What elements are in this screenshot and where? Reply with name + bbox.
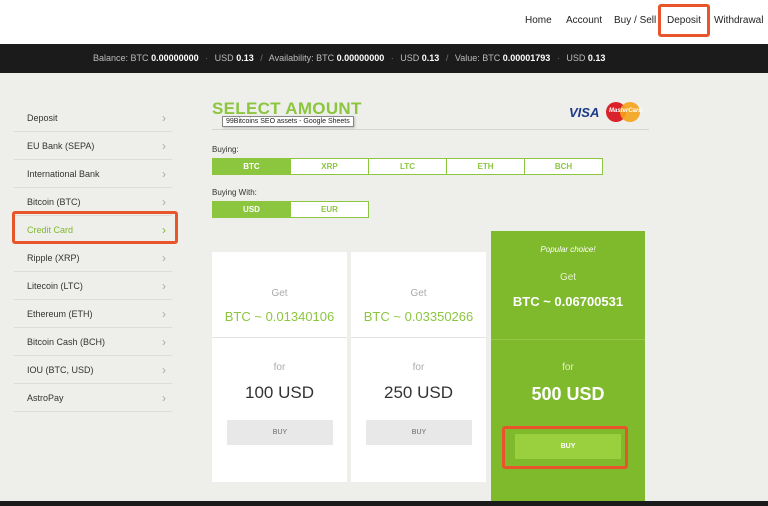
sidebar-item-label: AstroPay [27, 392, 64, 403]
mastercard-logo: MasterCard [606, 102, 643, 122]
balance-usd-prefix: USD [214, 53, 234, 63]
balance-usd: 0.13 [236, 53, 254, 63]
buying-label: Buying: [212, 145, 239, 154]
availability-usd-prefix: USD [400, 53, 420, 63]
buying-with-option-eur[interactable]: EUR [290, 201, 369, 218]
get-label: Get [410, 288, 427, 299]
chevron-right-icon: › [162, 390, 166, 405]
usd-price: 500 USD [531, 384, 605, 404]
popular-choice-label: Popular choice! [540, 245, 596, 254]
balance-bar: Balance: BTC 0.00000000 · USD 0.13 / Ava… [0, 44, 768, 73]
balance-label: Balance: [93, 53, 129, 63]
chevron-right-icon: › [162, 362, 166, 377]
chevron-right-icon: › [162, 166, 166, 181]
sidebar-item-label: Ethereum (ETH) [27, 308, 93, 319]
sidebar-item-astropay[interactable]: AstroPay › [14, 384, 172, 412]
sidebar-item-label: Deposit [27, 112, 58, 123]
value-usd: 0.13 [587, 53, 606, 63]
bottom-bar [0, 501, 768, 506]
sidebar-item-ethereum[interactable]: Ethereum (ETH) › [14, 300, 172, 328]
chevron-right-icon: › [162, 222, 166, 237]
buying-selector: BTC XRP LTC ETH BCH [212, 158, 603, 175]
chevron-right-icon: › [162, 278, 166, 293]
sidebar-item-credit-card[interactable]: Credit Card › [14, 216, 172, 244]
sidebar-item-iou[interactable]: IOU (BTC, USD) › [14, 356, 172, 384]
sidebar-item-label: Bitcoin (BTC) [27, 196, 81, 207]
nav-account[interactable]: Account [566, 15, 602, 26]
usd-price: 250 USD [384, 383, 453, 402]
offer-card-250: Get BTC ~ 0.03350266 for 250 USD BUY [351, 252, 486, 482]
offer-card-100: Get BTC ~ 0.01340106 for 100 USD BUY [212, 252, 347, 482]
title-divider [212, 129, 649, 130]
balance-btc: 0.00000000 [151, 53, 199, 63]
sidebar-item-deposit[interactable]: Deposit › [14, 104, 172, 132]
for-label: for [412, 362, 425, 373]
sidebar-item-label: Litecoin (LTC) [27, 280, 83, 291]
buying-option-btc[interactable]: BTC [212, 158, 291, 175]
sidebar-item-label: International Bank [27, 168, 100, 179]
buying-option-xrp[interactable]: XRP [290, 158, 369, 175]
nav-deposit[interactable]: Deposit [667, 15, 701, 26]
for-label: for [562, 362, 574, 373]
visa-logo: VISA [569, 105, 600, 120]
chevron-right-icon: › [162, 138, 166, 153]
chevron-right-icon: › [162, 194, 166, 209]
buying-option-ltc[interactable]: LTC [368, 158, 447, 175]
value-btc: 0.00001793 [502, 53, 551, 63]
nav-withdrawal[interactable]: Withdrawal [714, 15, 763, 26]
chevron-right-icon: › [162, 306, 166, 321]
sidebar-item-bitcoin[interactable]: Bitcoin (BTC) › [14, 188, 172, 216]
availability-label: Availability: [268, 53, 314, 63]
chevron-right-icon: › [162, 250, 166, 265]
buy-button[interactable]: BUY [515, 434, 621, 459]
btc-amount: BTC ~ 0.01340106 [224, 309, 335, 324]
sidebar-item-label: Credit Card [27, 224, 74, 235]
sidebar-item-label: EU Bank (SEPA) [27, 140, 95, 151]
nav-buy-sell[interactable]: Buy / Sell [614, 15, 656, 26]
usd-price: 100 USD [245, 383, 314, 402]
offer-card-500: Popular choice! Get BTC ~ 0.06700531 for… [491, 231, 645, 501]
btc-amount: BTC ~ 0.03350266 [363, 309, 474, 324]
sidebar-item-label: Bitcoin Cash (BCH) [27, 336, 106, 347]
sidebar-item-label: Ripple (XRP) [27, 252, 80, 263]
browser-tooltip: 99Bitcoins SEO assets - Google Sheets [222, 116, 354, 127]
value-btc-prefix: BTC [482, 53, 501, 63]
buy-button[interactable]: BUY [227, 420, 333, 445]
availability-btc: 0.00000000 [336, 53, 385, 63]
chevron-right-icon: › [162, 334, 166, 349]
top-nav: Home Account Buy / Sell Deposit Withdraw… [0, 0, 768, 44]
sidebar: Deposit › EU Bank (SEPA) › International B… [14, 104, 172, 412]
balance-btc-prefix: BTC [130, 53, 149, 63]
availability-btc-prefix: BTC [316, 53, 335, 63]
buying-option-bch[interactable]: BCH [524, 158, 603, 175]
chevron-right-icon: › [162, 110, 166, 125]
get-label: Get [559, 272, 577, 283]
value-usd-prefix: USD [566, 53, 586, 63]
mastercard-logo-text: MasterCard [609, 108, 643, 114]
get-label: Get [271, 288, 288, 299]
sidebar-item-bitcoin-cash[interactable]: Bitcoin Cash (BCH) › [14, 328, 172, 356]
btc-amount: BTC ~ 0.06700531 [512, 294, 624, 309]
sidebar-item-eu-bank[interactable]: EU Bank (SEPA) › [14, 132, 172, 160]
sidebar-item-label: IOU (BTC, USD) [27, 364, 94, 375]
availability-usd: 0.13 [421, 53, 440, 63]
buying-with-label: Buying With: [212, 188, 257, 197]
buying-with-selector: USD EUR [212, 201, 369, 218]
buying-option-eth[interactable]: ETH [446, 158, 525, 175]
nav-home[interactable]: Home [525, 15, 552, 26]
sidebar-item-litecoin[interactable]: Litecoin (LTC) › [14, 272, 172, 300]
sidebar-item-ripple[interactable]: Ripple (XRP) › [14, 244, 172, 272]
for-label: for [273, 362, 286, 373]
sidebar-item-international-bank[interactable]: International Bank › [14, 160, 172, 188]
buying-with-option-usd[interactable]: USD [212, 201, 291, 218]
value-label: Value: [454, 53, 480, 63]
buy-button[interactable]: BUY [366, 420, 472, 445]
